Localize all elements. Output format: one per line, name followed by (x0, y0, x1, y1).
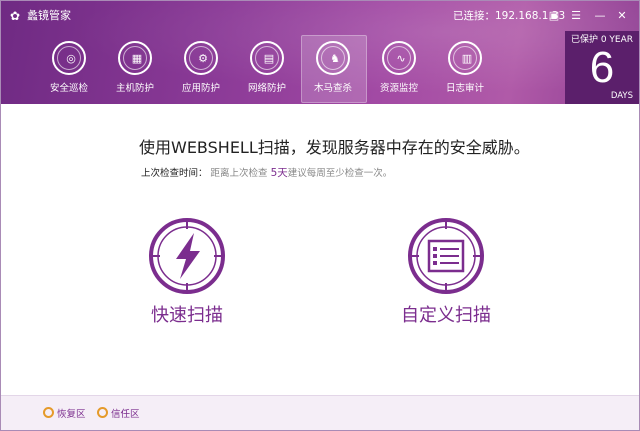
nav-item-host-protection[interactable]: ▦ 主机防护 (107, 39, 167, 101)
lightning-icon (149, 218, 225, 294)
protection-days-count: 6 (589, 43, 615, 92)
nav-item-label: 木马查杀 (313, 83, 352, 94)
nav-item-security-patrol[interactable]: ◎ 安全巡检 (41, 39, 101, 101)
nav-item-label: 安全巡检 (49, 83, 88, 94)
custom-scan-label: 自定义扫描 (401, 305, 491, 326)
trust-zone-link[interactable]: 信任区 (97, 407, 140, 421)
trojan-horse-icon: ♞ (316, 41, 350, 75)
nav-item-label: 主机防护 (115, 83, 154, 94)
radar-icon: ◎ (52, 41, 86, 75)
last-check-label: 上次检查时间： (141, 168, 208, 179)
nav-item-network-protection[interactable]: ▤ 网络防护 (239, 39, 299, 101)
last-check-hint-suffix: 建议每周至少检查一次。 (287, 168, 393, 179)
checklist-icon (408, 218, 484, 294)
nav-item-label: 资源监控 (379, 83, 418, 94)
monitor-icon: ∿ (382, 41, 416, 75)
quick-scan-label: 快速扫描 (151, 305, 223, 326)
network-shield-icon: ▤ (250, 41, 284, 75)
close-icon[interactable]: ✕ (613, 7, 631, 25)
app-title: 蠡镜管家 (27, 9, 71, 22)
protection-days-unit: DAYS (610, 91, 633, 101)
trust-zone-label: 信任区 (111, 409, 140, 420)
menu-icon[interactable]: ☰ (567, 7, 585, 25)
quick-scan-button[interactable]: 快速扫描 (112, 217, 262, 332)
page-headline: 使用WEBSHELL扫描，发现服务器中存在的安全威胁。 (139, 138, 530, 157)
app-shield-icon: ⚙ (184, 41, 218, 75)
nav-item-label: 网络防护 (247, 83, 286, 94)
nav-item-label: 应用防护 (181, 83, 220, 94)
log-icon: ▥ (448, 41, 482, 75)
protection-days-panel: 已保护 0 YEAR 6 DAYS (565, 31, 639, 104)
shield-icon: ▦ (118, 41, 152, 75)
last-check-info: 上次检查时间： 距离上次检查 5天建议每周至少检查一次。 (141, 167, 392, 180)
restore-zone-label: 恢复区 (57, 409, 86, 420)
app-window: ✿ 蠡镜管家 已连接：192.168.1.33 ▣ ☰ — ✕ ◎ 安全巡检 ▦… (0, 0, 640, 431)
nav-item-resource-monitor[interactable]: ∿ 资源监控 (371, 39, 431, 101)
feedback-icon[interactable]: ▣ (545, 7, 563, 25)
minimize-icon[interactable]: — (591, 7, 609, 25)
nav-item-app-protection[interactable]: ⚙ 应用防护 (173, 39, 233, 101)
restore-zone-link[interactable]: 恢复区 (43, 407, 86, 421)
last-check-days: 5天 (270, 167, 288, 179)
nav-item-trojan-scan[interactable]: ♞ 木马查杀 (301, 35, 367, 103)
custom-scan-button[interactable]: 自定义扫描 (371, 217, 521, 332)
nav-item-log-audit[interactable]: ▥ 日志审计 (437, 39, 497, 101)
footer-bar: 恢复区 信任区 (1, 395, 639, 430)
trust-icon (97, 407, 108, 418)
title-bar: ✿ 蠡镜管家 已连接：192.168.1.33 ▣ ☰ — ✕ (1, 1, 639, 31)
app-logo-icon: ✿ (9, 9, 21, 23)
nav-item-label: 日志审计 (445, 83, 484, 94)
restore-icon (43, 407, 54, 418)
main-content: 使用WEBSHELL扫描，发现服务器中存在的安全威胁。 上次检查时间： 距离上次… (1, 104, 639, 395)
last-check-hint-prefix: 距离上次检查 (210, 168, 268, 179)
